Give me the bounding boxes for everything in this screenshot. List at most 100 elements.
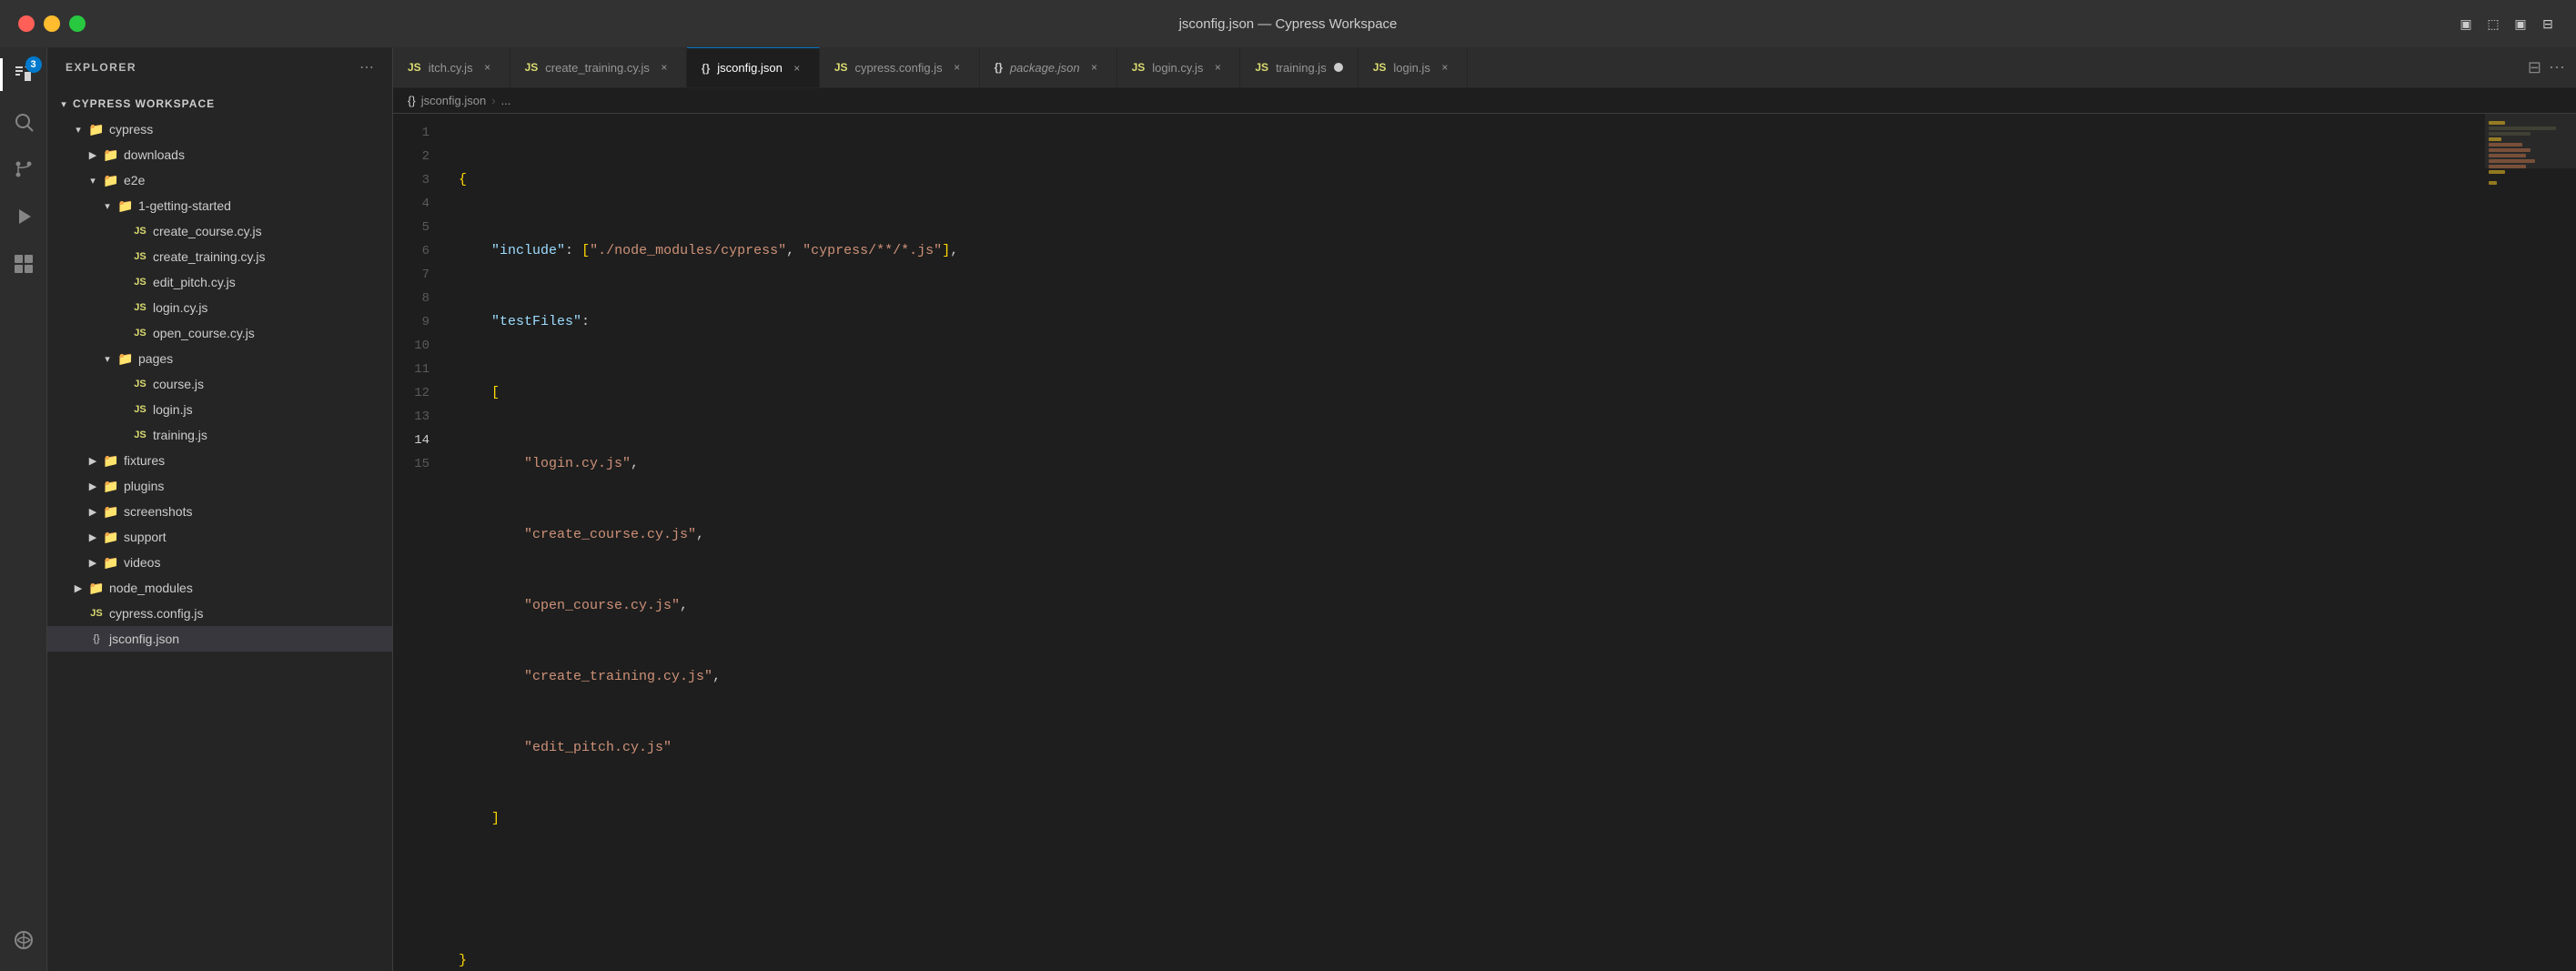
sidebar-item-login-js[interactable]: ▶ JS login.js (47, 397, 392, 422)
minimap-line-8 (2489, 159, 2535, 163)
window-title: jsconfig.json — Cypress Workspace (1179, 16, 1398, 32)
workspace-root[interactable]: ▾ CYPRESS WORKSPACE (47, 91, 392, 116)
code-content[interactable]: { "include": ["./node_modules/cypress", … (444, 114, 2485, 971)
line-num-5: 5 (393, 216, 444, 239)
sidebar-item-getting-started[interactable]: ▾ 📁 1-getting-started (47, 193, 392, 218)
tab-login-js-close[interactable]: × (1438, 60, 1452, 75)
explorer-activity-icon[interactable]: 3 (0, 51, 47, 98)
tab-create-training-icon: JS (525, 61, 539, 74)
run-activity-icon[interactable] (0, 193, 47, 240)
tab-create-training[interactable]: JS create_training.cy.js × (510, 47, 687, 88)
sidebar-item-edit-pitch-cy[interactable]: ▶ JS edit_pitch.cy.js (47, 269, 392, 295)
sidebar-item-cypress[interactable]: ▾ 📁 cypress (47, 116, 392, 142)
code-line-8: "create_training.cy.js", (459, 665, 2485, 689)
code-line-12: } (459, 949, 2485, 971)
code-line-1: { (459, 168, 2485, 192)
tab-pitch-icon: JS (408, 61, 421, 74)
fixtures-label: fixtures (124, 453, 165, 468)
line-num-6: 6 (393, 239, 444, 263)
tab-pitch-label: itch.cy.js (429, 61, 473, 75)
line-num-13: 13 (393, 405, 444, 429)
create-training-cy-icon: JS (131, 248, 149, 266)
tab-cypress-config[interactable]: JS cypress.config.js × (820, 47, 980, 88)
sidebar-item-videos[interactable]: ▶ 📁 videos (47, 550, 392, 575)
split-editor-icon[interactable]: ▣ (2510, 14, 2531, 34)
sidebar-content[interactable]: ▾ CYPRESS WORKSPACE ▾ 📁 cypress ▶ 📁 down… (47, 87, 392, 971)
sidebar-item-training-js[interactable]: ▶ JS training.js (47, 422, 392, 448)
sidebar-item-fixtures[interactable]: ▶ 📁 fixtures (47, 448, 392, 473)
tab-cypress-config-close[interactable]: × (950, 60, 965, 75)
sidebar-item-course-js[interactable]: ▶ JS course.js (47, 371, 392, 397)
customize-layout-icon[interactable]: ⊟ (2538, 14, 2558, 34)
tab-training-modified (1334, 63, 1343, 72)
root-chevron: ▾ (55, 95, 73, 113)
new-file-icon[interactable]: ⋯ (359, 58, 374, 76)
minimize-button[interactable] (44, 15, 60, 32)
sidebar-item-node-modules[interactable]: ▶ 📁 node_modules (47, 575, 392, 601)
layout-icon[interactable]: ⬚ (2483, 14, 2503, 34)
sidebar-item-login-cy[interactable]: ▶ JS login.cy.js (47, 295, 392, 320)
tab-package-json-close[interactable]: × (1087, 60, 1102, 75)
code-line-7: "open_course.cy.js", (459, 594, 2485, 618)
title-bar-actions: ▣ ⬚ ▣ ⊟ (2456, 14, 2558, 34)
search-activity-icon[interactable] (0, 98, 47, 146)
line-num-7: 7 (393, 263, 444, 287)
line-num-9: 9 (393, 310, 444, 334)
code-editor[interactable]: 1 2 3 4 5 6 7 8 9 10 11 12 13 14 15 { "i… (393, 114, 2576, 971)
cypress-folder-icon: 📁 (87, 120, 106, 138)
breadcrumb-section[interactable]: ... (501, 94, 511, 107)
editor-area: JS itch.cy.js × JS create_training.cy.js… (393, 47, 2576, 971)
breadcrumb: {} jsconfig.json › ... (393, 88, 2576, 114)
tab-login-js-icon: JS (1373, 61, 1387, 74)
sidebar-item-cypress-config[interactable]: ▶ JS cypress.config.js (47, 601, 392, 626)
tab-login-cy-close[interactable]: × (1210, 60, 1225, 75)
sidebar-item-open-course-cy[interactable]: ▶ JS open_course.cy.js (47, 320, 392, 346)
e2e-folder-icon: 📁 (102, 171, 120, 189)
tab-pitch[interactable]: JS itch.cy.js × (393, 47, 510, 88)
sidebar-item-pages[interactable]: ▾ 📁 pages (47, 346, 392, 371)
tab-jsconfig-close[interactable]: × (790, 61, 804, 76)
sidebar-item-e2e[interactable]: ▾ 📁 e2e (47, 167, 392, 193)
remote-activity-icon[interactable] (0, 916, 47, 964)
extensions-activity-icon[interactable] (0, 240, 47, 288)
tab-pitch-close[interactable]: × (480, 60, 495, 75)
tab-login-cy[interactable]: JS login.cy.js × (1117, 47, 1241, 88)
downloads-label: downloads (124, 147, 185, 162)
maximize-button[interactable] (69, 15, 86, 32)
cypress-config-label: cypress.config.js (109, 606, 203, 621)
breadcrumb-icon: {} (408, 94, 416, 107)
sidebar-item-support[interactable]: ▶ 📁 support (47, 524, 392, 550)
minimap-line-12 (2489, 181, 2497, 185)
breadcrumb-filename[interactable]: jsconfig.json (421, 94, 487, 107)
close-button[interactable] (18, 15, 35, 32)
tab-jsconfig[interactable]: {} jsconfig.json × (687, 47, 820, 88)
downloads-chevron: ▶ (84, 146, 102, 164)
node-modules-label: node_modules (109, 581, 193, 595)
tab-login-js[interactable]: JS login.js × (1359, 47, 1468, 88)
support-label: support (124, 530, 167, 544)
minimap-line-4 (2489, 137, 2501, 141)
sidebar-item-jsconfig[interactable]: ▶ {} jsconfig.json (47, 626, 392, 652)
sidebar-item-create-training-cy[interactable]: ▶ JS create_training.cy.js (47, 244, 392, 269)
create-course-cy-icon: JS (131, 222, 149, 240)
sidebar-item-downloads[interactable]: ▶ 📁 downloads (47, 142, 392, 167)
split-editor-right-icon[interactable]: ⊟ (2528, 58, 2541, 77)
sidebar-item-plugins[interactable]: ▶ 📁 plugins (47, 473, 392, 499)
jsconfig-label: jsconfig.json (109, 632, 179, 646)
tab-training[interactable]: JS training.js (1240, 47, 1358, 88)
line-num-2: 2 (393, 145, 444, 168)
sidebar-toggle-icon[interactable]: ▣ (2456, 14, 2476, 34)
minimap-line-6 (2489, 148, 2531, 152)
more-tabs-icon[interactable]: ⋯ (2549, 58, 2565, 77)
tab-create-training-close[interactable]: × (657, 60, 672, 75)
login-js-label: login.js (153, 402, 193, 417)
sidebar-item-create-course-cy[interactable]: ▶ JS create_course.cy.js (47, 218, 392, 244)
course-js-icon: JS (131, 375, 149, 393)
pages-chevron: ▾ (98, 349, 116, 368)
traffic-lights (18, 15, 86, 32)
tab-package-json[interactable]: {} package.json × (980, 47, 1117, 88)
sidebar-item-screenshots[interactable]: ▶ 📁 screenshots (47, 499, 392, 524)
line-num-15: 15 (393, 452, 444, 476)
tab-training-icon: JS (1255, 61, 1268, 74)
source-control-activity-icon[interactable] (0, 146, 47, 193)
